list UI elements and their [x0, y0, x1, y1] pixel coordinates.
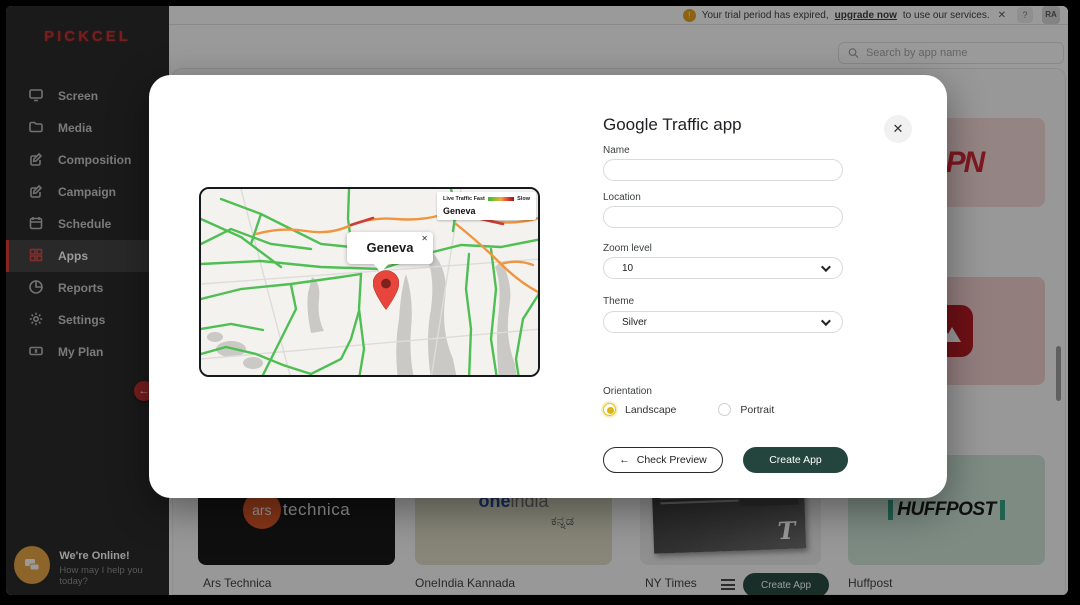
traffic-map-preview[interactable]: Live Traffic Fast Slow Geneva Geneva ✕ — [199, 187, 540, 377]
theme-value: Silver — [622, 316, 648, 328]
theme-select[interactable]: Silver — [603, 311, 843, 333]
map-pin-icon — [372, 270, 400, 315]
traffic-gradient-bar — [487, 197, 515, 201]
zoom-level-value: 10 — [622, 262, 634, 274]
orientation-label: Orientation — [603, 386, 652, 397]
infowindow-title: Geneva — [366, 240, 414, 255]
modal-close-button[interactable]: ✕ — [884, 115, 912, 143]
screenshot-frame: PICKCEL Screen Media Composition Campaig… — [0, 0, 1080, 605]
name-field[interactable] — [603, 159, 843, 181]
infowindow-close-icon[interactable]: ✕ — [421, 234, 428, 244]
zoom-level-select[interactable]: 10 — [603, 257, 843, 279]
create-app-button[interactable]: Create App — [743, 447, 848, 473]
traffic-legend: Live Traffic Fast Slow Geneva — [437, 192, 536, 220]
radio-landscape[interactable]: Landscape — [603, 403, 676, 416]
modal-title: Google Traffic app — [603, 115, 742, 134]
name-label: Name — [603, 145, 630, 156]
legend-location: Geneva — [443, 206, 476, 216]
chevron-down-icon — [820, 261, 831, 272]
legend-fast-label: Live Traffic Fast — [443, 196, 485, 202]
legend-slow-label: Slow — [517, 196, 530, 202]
app-window: PICKCEL Screen Media Composition Campaig… — [6, 6, 1068, 595]
orientation-options: Landscape Portrait — [603, 403, 816, 416]
radio-portrait[interactable]: Portrait — [718, 403, 774, 416]
location-field[interactable] — [603, 206, 843, 228]
check-preview-button[interactable]: ← Check Preview — [603, 447, 723, 473]
back-arrow-icon: ← — [619, 454, 630, 466]
zoom-level-label: Zoom level — [603, 243, 652, 254]
chevron-down-icon — [820, 315, 831, 326]
radio-unselected-icon — [718, 403, 732, 416]
theme-label: Theme — [603, 296, 635, 307]
google-traffic-app-modal: Google Traffic app ✕ Live Traffic Fast S… — [149, 75, 947, 498]
map-infowindow: Geneva ✕ — [347, 232, 433, 264]
radio-selected-icon — [603, 403, 616, 416]
location-label: Location — [603, 192, 641, 203]
